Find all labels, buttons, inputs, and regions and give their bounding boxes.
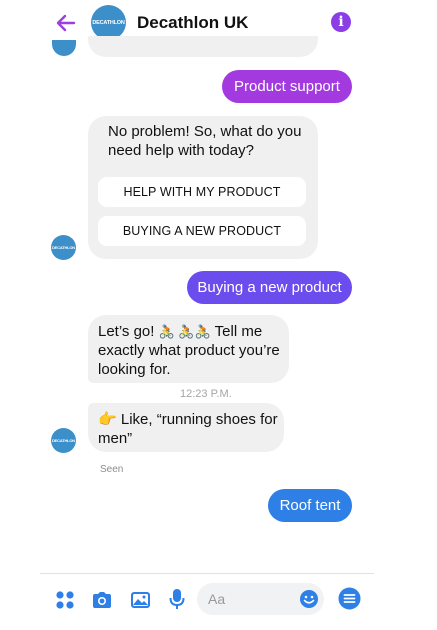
gallery-icon[interactable]	[130, 590, 151, 610]
quick-reply-buying-new-product[interactable]: BUYING A NEW PRODUCT	[98, 216, 306, 246]
messenger-screen: DECATHLON Decathlon UK i Product support…	[0, 0, 437, 630]
message-timestamp: 12:23 P.M.	[180, 388, 232, 400]
decathlon-logo: DECATHLON	[92, 19, 125, 26]
message-input[interactable]: Aa	[197, 583, 324, 615]
message-text-part: Let’s go!	[98, 323, 159, 340]
camera-icon[interactable]	[91, 590, 113, 610]
message-text-part: Like, “running shoes for men”	[98, 411, 278, 447]
avatar	[52, 40, 76, 56]
outgoing-message: Roof tent	[268, 489, 352, 522]
avatar[interactable]: DECATHLON	[91, 5, 126, 40]
seen-indicator: Seen	[100, 464, 124, 475]
incoming-message: 👉 Like, “running shoes for men”	[88, 403, 284, 452]
info-icon[interactable]: i	[331, 12, 351, 32]
avatar: DECATHLON	[51, 235, 76, 260]
microphone-icon[interactable]	[169, 588, 185, 610]
incoming-message: Let’s go! 🚴 🚴🚴 Tell me exactly what prod…	[88, 315, 289, 383]
message-text: No problem! So, what do you need help wi…	[108, 123, 302, 159]
quick-reply-help-with-product[interactable]: HELP WITH MY PRODUCT	[98, 177, 306, 207]
pointing-hand-emoji: 👉	[98, 411, 117, 428]
chat-title: Decathlon UK	[137, 13, 249, 32]
incoming-message-with-quick-replies: No problem! So, what do you need help wi…	[88, 116, 318, 259]
composer-bar: Aa	[0, 574, 437, 630]
menu-icon[interactable]	[338, 587, 361, 610]
decathlon-logo: DECATHLON	[51, 245, 75, 250]
apps-icon[interactable]	[55, 590, 75, 610]
decathlon-logo: DECATHLON	[51, 438, 75, 443]
cyclist-emoji: 🚴 🚴🚴	[158, 324, 211, 339]
previous-message-bubble	[88, 36, 318, 57]
emoji-icon[interactable]	[299, 589, 319, 609]
message-text: Let’s go! 🚴 🚴🚴 Tell me exactly what prod…	[98, 322, 288, 379]
outgoing-message: Buying a new product	[187, 271, 352, 304]
avatar: DECATHLON	[51, 428, 76, 453]
message-text: 👉 Like, “running shoes for men”	[98, 410, 283, 448]
arrow-left-icon[interactable]	[54, 11, 78, 35]
outgoing-message: Product support	[222, 70, 352, 103]
input-placeholder: Aa	[208, 591, 226, 607]
